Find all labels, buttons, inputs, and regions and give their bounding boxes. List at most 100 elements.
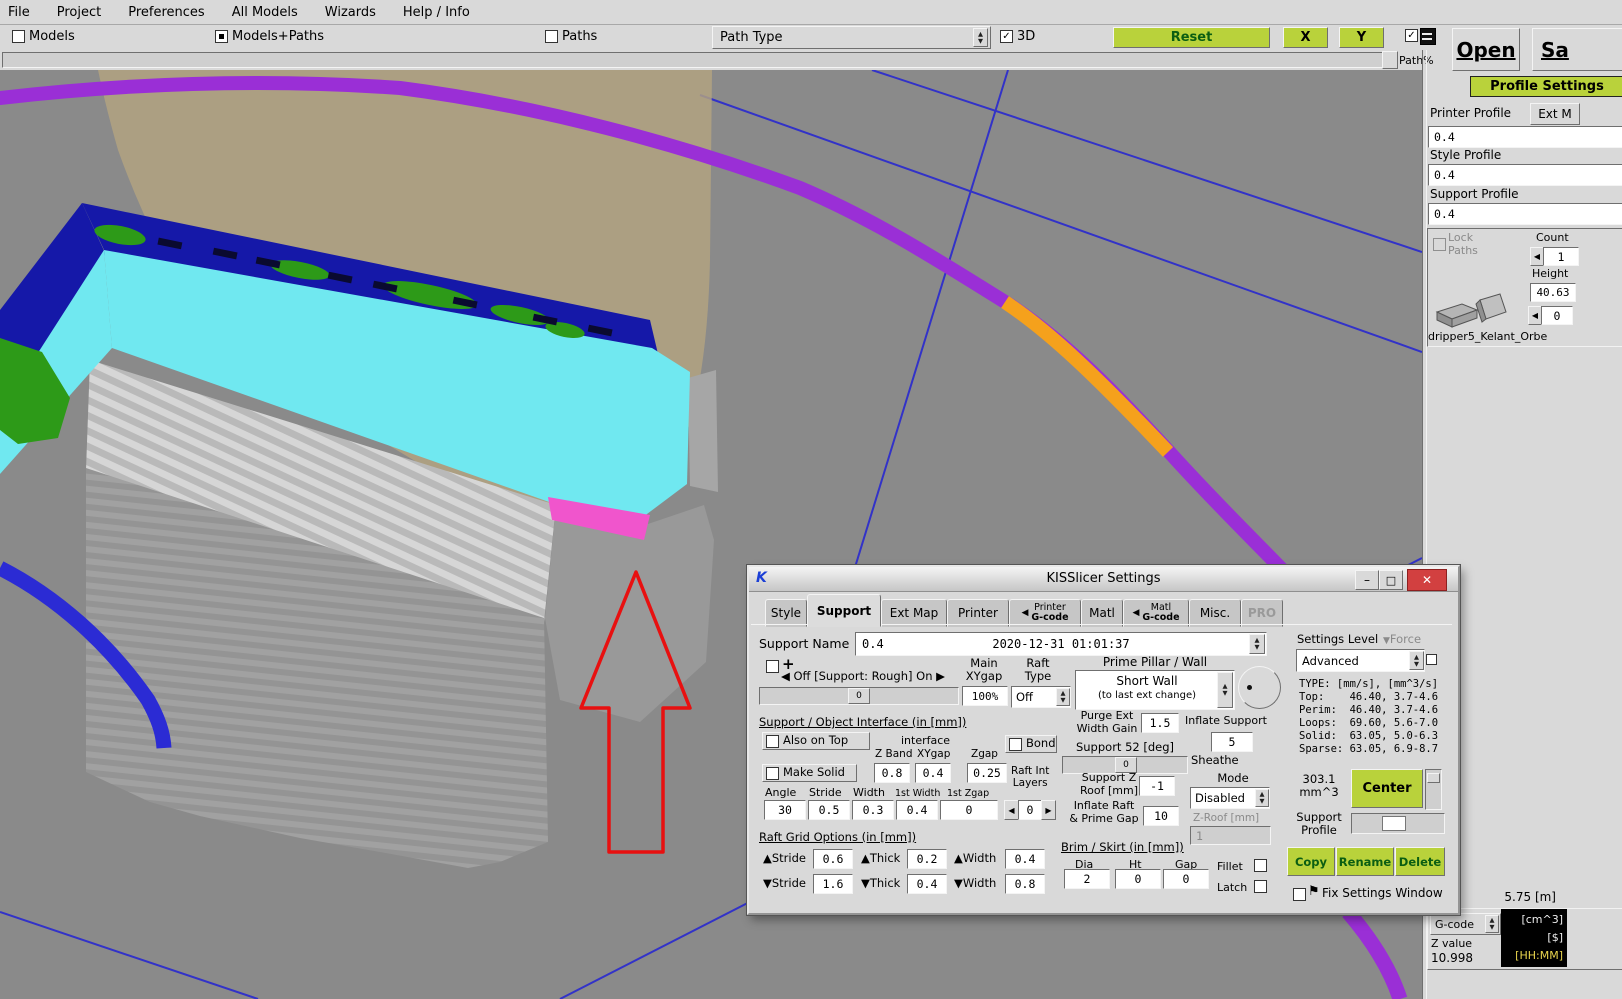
support-profile-select[interactable]: 0.4	[1428, 203, 1622, 225]
tab-style[interactable]: Style	[765, 599, 807, 627]
support-profile-slider[interactable]	[1351, 813, 1445, 834]
count-field[interactable]: 1	[1543, 247, 1579, 266]
reset-button[interactable]: Reset	[1113, 27, 1270, 48]
support-density-slider[interactable]: 0	[759, 687, 959, 705]
down-stride-field[interactable]: 1.6	[813, 874, 853, 894]
main-xygap-field[interactable]: 100%	[962, 686, 1008, 706]
kisslicer-settings-dialog[interactable]: K KISSlicer Settings – □ ✕ Style Support…	[747, 565, 1460, 915]
up-stride-field[interactable]: 0.6	[813, 849, 853, 869]
ht-field[interactable]: 0	[1115, 869, 1161, 889]
center-button[interactable]: Center	[1351, 769, 1423, 808]
minimize-button[interactable]: –	[1355, 570, 1379, 590]
copy-button[interactable]: Copy	[1287, 847, 1335, 876]
gcode-spinner[interactable]: ▲▼	[1485, 915, 1499, 933]
mode-spinner[interactable]: ▲▼	[1255, 789, 1269, 807]
x-axis-button[interactable]: X	[1283, 27, 1328, 48]
prime-dial-knob[interactable]	[1238, 666, 1281, 709]
width-field[interactable]: 0.3	[852, 800, 894, 820]
support-name-spinner[interactable]: ▲▼	[1249, 634, 1265, 654]
menu-file[interactable]: File	[8, 5, 30, 20]
make-solid-toggle[interactable]: Make Solid	[762, 764, 857, 782]
y-axis-button[interactable]: Y	[1339, 27, 1384, 48]
rename-button[interactable]: Rename	[1336, 847, 1394, 876]
paths-radio[interactable]	[545, 30, 558, 43]
view-mode-paths[interactable]: Paths	[545, 29, 597, 44]
tab-matl[interactable]: Matl	[1081, 599, 1123, 627]
gcode-dropdown[interactable]: G-code ▲▼	[1430, 913, 1501, 935]
prime-pillar-spinner[interactable]: ▲▼	[1217, 672, 1233, 708]
fix-settings-checkbox[interactable]	[1293, 888, 1306, 901]
angle-field[interactable]: 30	[764, 800, 806, 820]
prime-pillar-dropdown[interactable]: Short Wall (to last ext change) ▲▼	[1075, 670, 1235, 710]
support-profile-slider-handle[interactable]	[1382, 816, 1406, 831]
center-vertical-track[interactable]	[1425, 769, 1442, 810]
models-paths-radio[interactable]	[215, 30, 228, 43]
support-z-roof-field[interactable]: -1	[1139, 776, 1175, 796]
mode-dropdown[interactable]: Disabled ▲▼	[1190, 787, 1270, 809]
save-button[interactable]: Sa	[1532, 28, 1622, 71]
bond-checkbox[interactable]	[1009, 738, 1022, 751]
dia-field[interactable]: 2	[1064, 869, 1110, 889]
count-spinner-left[interactable]: ◀	[1530, 247, 1544, 266]
bond-toggle[interactable]: Bond	[1005, 735, 1057, 753]
stride-field[interactable]: 0.5	[808, 800, 850, 820]
latch-checkbox[interactable]	[1254, 880, 1267, 893]
inflate-raft-field[interactable]: 10	[1143, 806, 1179, 826]
force-checkbox[interactable]	[1426, 654, 1437, 665]
tab-printer[interactable]: Printer	[947, 599, 1009, 627]
support-density-slider-handle[interactable]: 0	[848, 688, 870, 704]
path-percent-slider[interactable]	[2, 52, 1398, 68]
path-type-spinner[interactable]: ▲▼	[973, 28, 988, 47]
raft-type-spinner[interactable]: ▲▼	[1056, 688, 1070, 706]
up-width-field[interactable]: 0.4	[1005, 849, 1045, 869]
down-thick-field[interactable]: 0.4	[907, 874, 947, 894]
display-toggle-checkbox[interactable]: ✓	[1405, 29, 1418, 42]
raft-int-spinner-right[interactable]: ▶	[1041, 800, 1056, 820]
menu-project[interactable]: Project	[57, 5, 101, 20]
inflate-support-field[interactable]: 5	[1211, 732, 1253, 752]
view-mode-models[interactable]: Models	[12, 29, 75, 44]
xygap-field[interactable]: 0.4	[915, 763, 951, 783]
purge-ext-field[interactable]: 1.5	[1141, 713, 1179, 733]
tab-ext-map[interactable]: Ext Map	[881, 599, 947, 627]
style-profile-select[interactable]: 0.4	[1428, 164, 1622, 186]
height-field[interactable]: 40.63	[1530, 283, 1576, 302]
up-thick-field[interactable]: 0.2	[907, 849, 947, 869]
dialog-title-bar[interactable]: K KISSlicer Settings – □ ✕	[749, 567, 1458, 592]
down-width-field[interactable]: 0.8	[1005, 874, 1045, 894]
support-name-combo[interactable]: 0.4 2020-12-31 01:01:37 ▲▼	[855, 632, 1267, 656]
menu-wizards[interactable]: Wizards	[325, 5, 376, 20]
also-on-top-toggle[interactable]: Also on Top	[762, 732, 870, 750]
maximize-button[interactable]: □	[1379, 570, 1403, 590]
three-d-checkbox[interactable]: ✓	[1000, 30, 1013, 43]
menu-preferences[interactable]: Preferences	[128, 5, 204, 20]
model-thumbnail[interactable]	[1432, 282, 1512, 332]
first-width-field[interactable]: 0.4	[896, 800, 938, 820]
settings-level-dropdown[interactable]: Advanced ▲▼	[1296, 649, 1425, 672]
open-button[interactable]: Open	[1452, 28, 1520, 71]
also-on-top-checkbox[interactable]	[766, 735, 779, 748]
models-radio[interactable]	[12, 30, 25, 43]
z-band-field[interactable]: 0.8	[874, 763, 910, 783]
ext-map-button[interactable]: Ext M	[1530, 103, 1580, 125]
z-spinner-left[interactable]: ◀	[1528, 306, 1542, 325]
menu-all-models[interactable]: All Models	[232, 5, 298, 20]
close-button[interactable]: ✕	[1407, 569, 1447, 591]
tab-misc[interactable]: Misc.	[1189, 599, 1241, 627]
center-vertical-handle[interactable]	[1427, 773, 1440, 783]
tab-printer-gcode[interactable]: ◀ Printer G-code	[1009, 599, 1081, 627]
lock-paths-checkbox[interactable]	[1433, 238, 1446, 251]
z-spinner-field[interactable]: 0	[1541, 306, 1573, 325]
delete-button[interactable]: Delete	[1395, 847, 1445, 876]
menu-help-info[interactable]: Help / Info	[403, 5, 470, 20]
view-mode-models-paths[interactable]: Models+Paths	[215, 29, 324, 44]
three-d-toggle[interactable]: ✓ 3D	[1000, 29, 1035, 44]
settings-level-spinner[interactable]: ▲▼	[1409, 651, 1424, 670]
layers-icon[interactable]	[1420, 28, 1436, 45]
printer-profile-select[interactable]: 0.4	[1428, 126, 1622, 148]
raft-int-spinner-left[interactable]: ◀	[1004, 800, 1019, 820]
path-type-dropdown[interactable]: Path Type ▲▼	[712, 26, 991, 49]
tab-matl-gcode[interactable]: ◀ Matl G-code	[1123, 599, 1189, 627]
path-percent-slider-handle[interactable]	[1382, 51, 1398, 69]
tab-support[interactable]: Support	[807, 594, 881, 627]
